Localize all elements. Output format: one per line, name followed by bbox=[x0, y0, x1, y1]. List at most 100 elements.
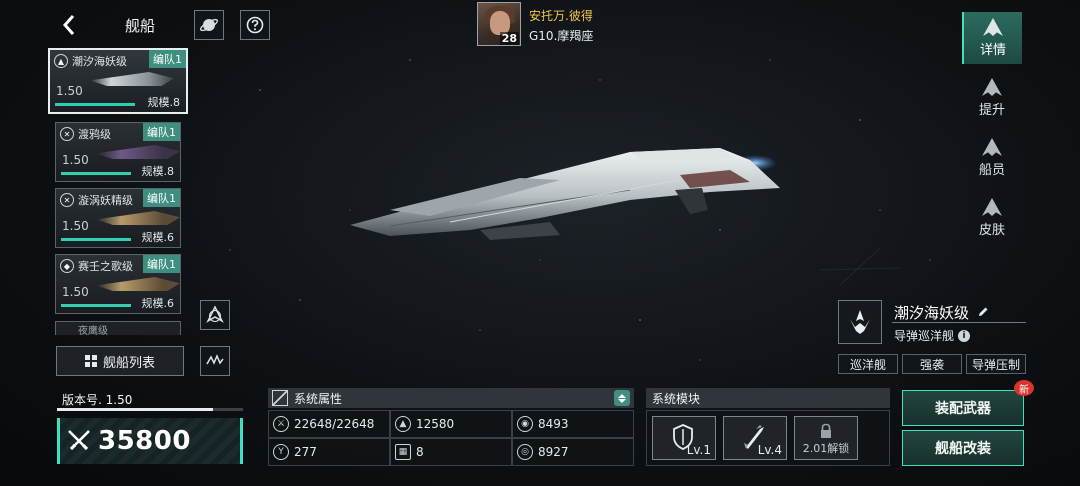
module-slot-1[interactable]: Lv.1 bbox=[652, 416, 716, 460]
system-attributes-header: 系统属性 bbox=[268, 388, 634, 408]
back-arrow-icon bbox=[62, 15, 75, 35]
attributes-expand-toggle[interactable] bbox=[614, 390, 630, 406]
destroyer-class-icon: ✕ bbox=[60, 193, 74, 207]
help-button[interactable] bbox=[240, 10, 270, 40]
ship-card-name: 夜鹰级 bbox=[78, 326, 108, 335]
planet-button[interactable] bbox=[194, 10, 224, 40]
ship-card-5[interactable]: 夜鹰级 bbox=[55, 321, 181, 335]
commander-name: 安托万.彼得 bbox=[529, 9, 593, 23]
team-badge: 编队1 bbox=[143, 189, 180, 207]
ship-thumbnail bbox=[96, 211, 180, 225]
edit-pencil-icon[interactable] bbox=[977, 306, 989, 318]
ship-list-label: 舰船列表 bbox=[102, 355, 155, 371]
module-slot-2[interactable]: Lv.4 bbox=[723, 416, 787, 460]
ship-card-scale: 规模.8 bbox=[141, 165, 175, 178]
tab-skins-label: 皮肤 bbox=[978, 223, 1005, 238]
system-attributes-title: 系统属性 bbox=[294, 391, 343, 406]
skin-icon bbox=[982, 198, 1002, 216]
ship-card-version: 1.50 bbox=[62, 153, 89, 167]
attributes-grid: ⚔ 22648/22648 ▲ 12580 ◉ 8493 Y 277 ▦ 8 ◎… bbox=[268, 410, 634, 466]
planet-icon bbox=[199, 18, 219, 32]
attr-target-value: 8927 bbox=[538, 445, 569, 459]
attr-shield-value: 8493 bbox=[538, 417, 569, 431]
hull-icon: ⚔ bbox=[273, 416, 289, 432]
ship-card-2[interactable]: ✕ 渡鸦级 编队1 1.50 规模.8 bbox=[55, 122, 181, 182]
grid-icon bbox=[84, 355, 97, 367]
attr-armor: ▲ 12580 bbox=[390, 410, 512, 438]
ship-class-emblem bbox=[838, 300, 882, 344]
ship-card-4[interactable]: ◆ 赛壬之歌级 编队1 1.50 规模.6 bbox=[55, 254, 181, 314]
ship-card-version: 1.50 bbox=[62, 285, 89, 299]
grid-icon: ▦ bbox=[395, 444, 411, 460]
ship-thumbnail bbox=[90, 72, 174, 86]
frigate-class-icon: ◆ bbox=[60, 259, 74, 273]
module-unlock-text: 2.01解锁 bbox=[802, 442, 850, 455]
selected-ship-name[interactable]: 潮汐海妖级 bbox=[894, 302, 989, 323]
ship-refit-button[interactable]: 舰船改装 bbox=[902, 430, 1024, 466]
armor-icon: ▲ bbox=[395, 416, 411, 432]
system-modules-header: 系统模块 bbox=[646, 388, 890, 408]
system-modules-title: 系统模块 bbox=[652, 391, 701, 406]
selected-ship-name-text: 潮汐海妖级 bbox=[894, 304, 970, 322]
attr-shield: ◉ 8493 bbox=[512, 410, 634, 438]
ship-card-progress-bar bbox=[55, 103, 135, 106]
commander-level: 28 bbox=[499, 32, 519, 45]
tab-upgrade-label: 提升 bbox=[978, 103, 1005, 118]
attr-speed-value: 277 bbox=[294, 445, 317, 459]
tab-skins[interactable]: 皮肤 bbox=[962, 192, 1022, 244]
ship-card-scale: 规模.8 bbox=[147, 96, 181, 109]
info-icon[interactable]: i bbox=[958, 329, 971, 342]
ship-card-scale: 规模.6 bbox=[141, 297, 175, 310]
attr-grid-value: 8 bbox=[416, 445, 424, 459]
ship-role-text: 导弹巡洋舰 bbox=[894, 329, 955, 343]
fleet-icon bbox=[206, 305, 224, 323]
crossed-swords-icon bbox=[68, 430, 90, 451]
ship-list-button[interactable]: 舰船列表 bbox=[56, 346, 184, 376]
upgrade-icon bbox=[982, 78, 1002, 96]
equip-weapon-button[interactable]: 装配武器 bbox=[902, 390, 1024, 426]
ship-card-version: 1.50 bbox=[62, 219, 89, 233]
new-badge: 新 bbox=[1014, 380, 1034, 396]
name-divider bbox=[892, 322, 1026, 323]
ship-thumbnail bbox=[96, 145, 180, 159]
ship-filter-button[interactable] bbox=[200, 346, 230, 376]
destroyer-class-icon: ✕ bbox=[60, 127, 74, 141]
combat-power-panel: 35800 bbox=[57, 418, 243, 464]
tab-details[interactable]: 详情 bbox=[962, 12, 1022, 64]
attr-grid: ▦ 8 bbox=[390, 438, 512, 466]
ship-card-name: 赛壬之歌级 bbox=[78, 260, 133, 273]
attr-hull-value: 22648/22648 bbox=[294, 417, 375, 431]
ship-tag-cruiser: 巡洋舰 bbox=[838, 354, 898, 374]
ship-card-1[interactable]: ▲ 潮汐海妖级 编队1 1.50 规模.8 bbox=[48, 48, 188, 114]
ship-card-name: 渡鸦级 bbox=[78, 128, 111, 141]
target-icon: ◎ bbox=[517, 444, 533, 460]
tab-details-label: 详情 bbox=[979, 43, 1006, 58]
ship-model[interactable] bbox=[330, 130, 790, 250]
speed-icon: Y bbox=[273, 444, 289, 460]
tab-crew[interactable]: 船员 bbox=[962, 132, 1022, 184]
module-level: Lv.4 bbox=[757, 443, 782, 457]
team-badge: 编队1 bbox=[143, 255, 180, 273]
cruiser-class-icon: ▲ bbox=[54, 54, 68, 68]
ship-card-progress-bar bbox=[61, 238, 131, 241]
ship-card-name: 漩涡妖精级 bbox=[78, 194, 133, 207]
ship-card-progress-bar bbox=[61, 172, 131, 175]
question-icon bbox=[246, 16, 264, 34]
team-badge: 编队1 bbox=[143, 123, 180, 141]
ship-tag-missile-suppression: 导弹压制 bbox=[966, 354, 1026, 374]
back-button[interactable] bbox=[54, 12, 84, 38]
module-slot-3[interactable]: 2.01解锁 bbox=[794, 416, 858, 460]
ship-card-3[interactable]: ✕ 漩涡妖精级 编队1 1.50 规模.6 bbox=[55, 188, 181, 248]
tab-upgrade[interactable]: 提升 bbox=[962, 72, 1022, 124]
attr-speed: Y 277 bbox=[268, 438, 390, 466]
module-level: Lv.1 bbox=[686, 443, 711, 457]
combat-power-value: 35800 bbox=[98, 426, 191, 456]
fleet-formation-button[interactable] bbox=[200, 300, 230, 330]
commander-zodiac: G10.摩羯座 bbox=[529, 29, 594, 43]
shield-icon: ◉ bbox=[517, 416, 533, 432]
commander-avatar[interactable]: 28 bbox=[477, 2, 521, 46]
attr-hull: ⚔ 22648/22648 bbox=[268, 410, 390, 438]
attributes-icon bbox=[272, 390, 288, 406]
details-icon bbox=[983, 18, 1003, 36]
cruiser-emblem-icon bbox=[850, 310, 870, 334]
